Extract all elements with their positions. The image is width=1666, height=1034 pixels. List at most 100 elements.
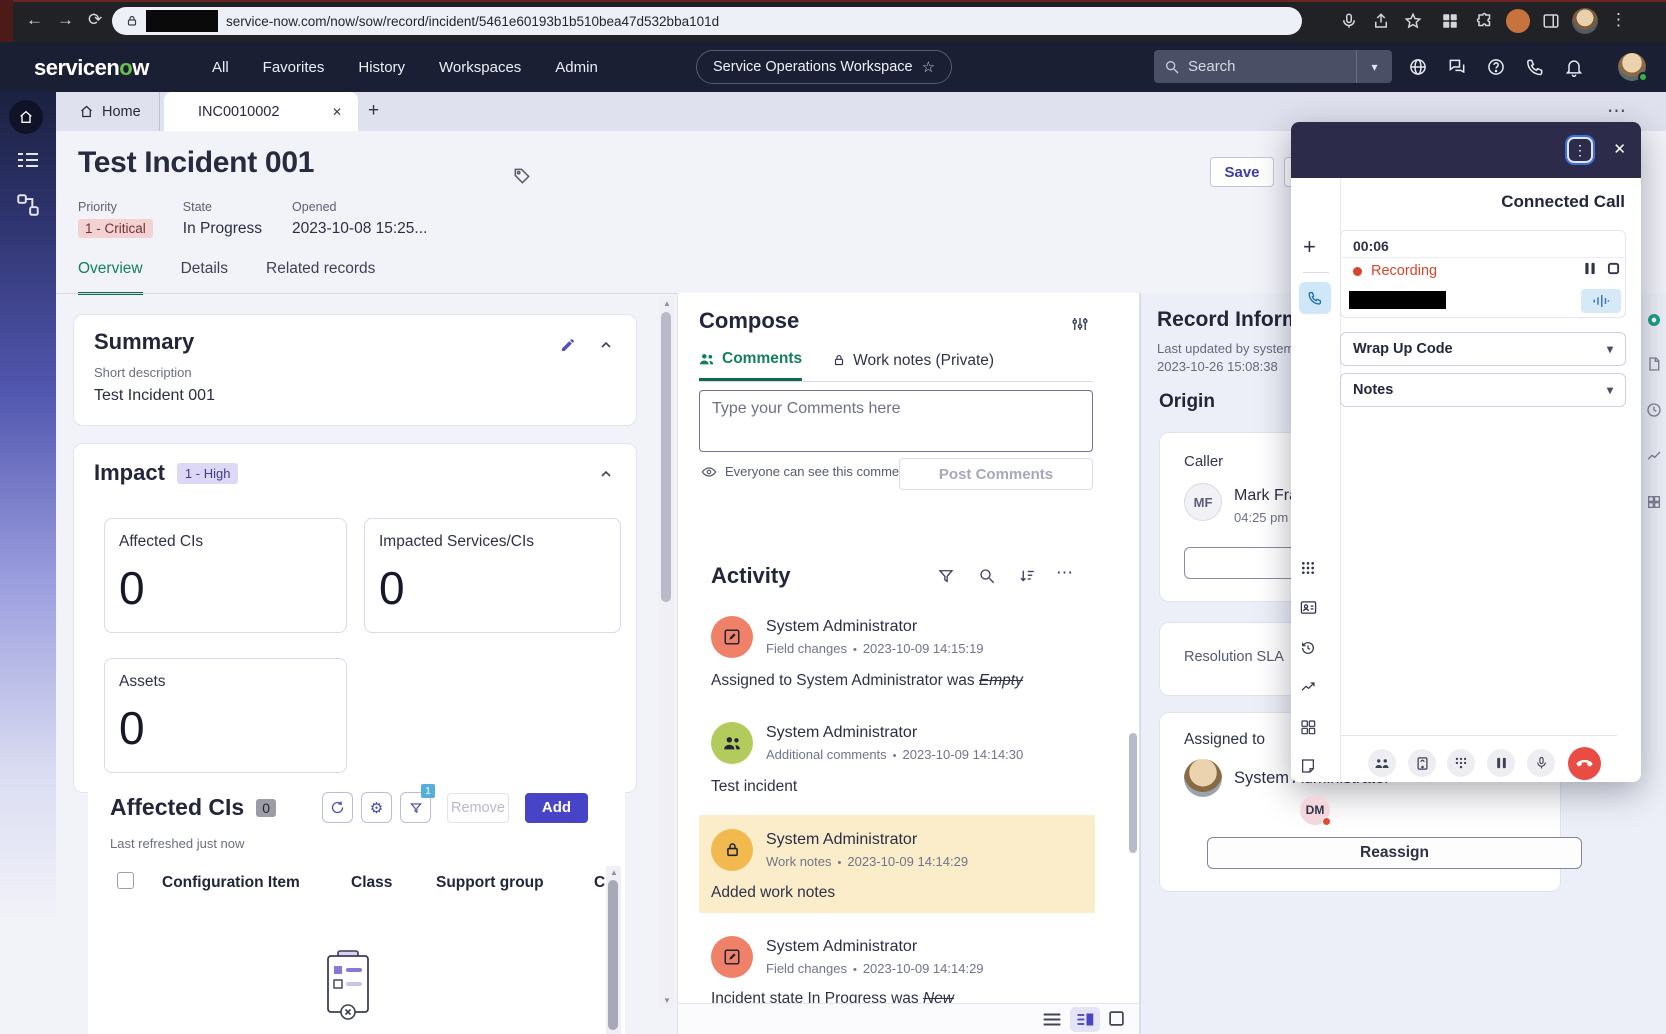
agent-avatar[interactable]: DM <box>1300 795 1330 825</box>
global-search[interactable]: ▾ <box>1154 50 1392 83</box>
nav-workspaces[interactable]: Workspaces <box>439 59 521 76</box>
collapse-chevron-icon[interactable] <box>598 466 614 482</box>
call-panel-close-icon[interactable]: ✕ <box>1613 140 1626 158</box>
share-icon[interactable] <box>1372 12 1390 30</box>
history-icon[interactable] <box>1300 640 1316 656</box>
profile-avatar[interactable] <box>1506 9 1530 33</box>
comments-input[interactable] <box>700 391 1092 451</box>
sidebar-toggle-icon[interactable] <box>1542 12 1560 30</box>
tag-icon[interactable] <box>512 166 532 186</box>
user-avatar[interactable] <box>1618 53 1646 81</box>
caller-avatar[interactable]: MF <box>1184 483 1222 521</box>
servicenow-logo[interactable]: servicenow <box>34 55 149 81</box>
activity-filter-icon[interactable] <box>937 567 955 585</box>
split-view-selected[interactable] <box>1070 1007 1100 1032</box>
refresh-button[interactable] <box>322 792 353 823</box>
save-button[interactable]: Save <box>1210 157 1274 187</box>
globe-icon[interactable] <box>1408 57 1428 77</box>
extensions-puzzle-icon[interactable] <box>1476 12 1494 30</box>
right-rail-clock-icon[interactable] <box>1646 402 1662 418</box>
settings-gear-button[interactable]: ⚙ <box>361 792 392 823</box>
reassign-button[interactable]: Reassign <box>1207 837 1582 869</box>
right-rail-doc-icon[interactable] <box>1646 356 1662 372</box>
list-view-icon[interactable] <box>1042 1012 1062 1027</box>
short-description-value[interactable]: Test Incident 001 <box>94 387 215 405</box>
entry-author[interactable]: System Administrator <box>766 724 1023 742</box>
col-class[interactable]: Class <box>351 874 392 892</box>
rail-home-button[interactable] <box>9 100 43 134</box>
call-menu-kebab-icon[interactable]: ⋮ <box>1567 137 1593 163</box>
right-rail-status-icon[interactable] <box>1646 312 1662 328</box>
notifications-bell-icon[interactable] <box>1564 57 1584 77</box>
dialpad-icon[interactable] <box>1300 560 1316 576</box>
overview-scrollbar[interactable]: ▲ ▼ <box>659 296 674 1008</box>
bookmark-star-icon[interactable] <box>1404 12 1422 30</box>
browser-account-avatar[interactable] <box>1572 8 1598 34</box>
tab-home[interactable]: Home <box>61 92 160 131</box>
edit-pencil-icon[interactable] <box>560 337 576 353</box>
search-input[interactable] <box>1188 58 1338 75</box>
post-comments-button[interactable]: Post Comments <box>899 458 1093 490</box>
transfer-call-button[interactable] <box>1368 749 1396 777</box>
pause-recording-icon[interactable] <box>1584 262 1596 275</box>
new-tab-icon[interactable]: + <box>368 100 379 122</box>
collapse-chevron-icon[interactable] <box>598 337 614 353</box>
scroll-up-icon[interactable]: ▲ <box>610 868 618 877</box>
nav-history[interactable]: History <box>358 59 405 76</box>
settings-sliders-icon[interactable] <box>1071 315 1089 333</box>
workspace-pill[interactable]: Service Operations Workspace ☆ <box>696 50 952 84</box>
phone-tab-active[interactable] <box>1299 282 1331 314</box>
tab-details[interactable]: Details <box>181 260 228 295</box>
scroll-up-icon[interactable]: ▲ <box>663 299 671 308</box>
reload-icon[interactable]: ⟳ <box>88 11 102 28</box>
add-button[interactable]: Add <box>525 793 588 823</box>
filter-button[interactable]: 1 <box>400 792 431 823</box>
nav-admin[interactable]: Admin <box>555 59 598 76</box>
activity-sort-icon[interactable] <box>1018 567 1036 585</box>
rail-list-icon[interactable] <box>16 150 40 170</box>
mic-icon[interactable] <box>1340 12 1358 30</box>
rail-workflow-icon[interactable] <box>15 192 41 218</box>
select-all-checkbox[interactable] <box>117 872 134 889</box>
mute-mic-button[interactable] <box>1527 749 1555 777</box>
col-truncated[interactable]: C <box>594 874 605 892</box>
back-icon[interactable]: ← <box>26 11 43 28</box>
nav-favorites[interactable]: Favorites <box>263 59 325 76</box>
scroll-down-icon[interactable]: ▼ <box>663 996 671 1005</box>
stat-assets[interactable]: Assets 0 <box>104 658 347 773</box>
entry-author[interactable]: System Administrator <box>766 831 968 849</box>
new-interaction-plus-icon[interactable]: + <box>1303 234 1316 260</box>
tab-incident[interactable]: INC0010002 ✕ <box>164 92 358 131</box>
address-bar[interactable]: service-now.com/now/sow/record/incident/… <box>112 7 1302 35</box>
audio-waveform-button[interactable] <box>1581 289 1621 313</box>
analytics-icon[interactable] <box>1300 679 1316 695</box>
tab-comments[interactable]: Comments <box>699 350 802 381</box>
full-view-icon[interactable] <box>1108 1010 1125 1027</box>
notes-icon[interactable] <box>1300 758 1316 774</box>
table-scrollbar[interactable]: ▲ <box>606 866 621 1034</box>
tab-work-notes[interactable]: Work notes (Private) <box>832 350 994 381</box>
chat-icon[interactable] <box>1447 57 1467 77</box>
browser-menu-kebab-icon[interactable]: ⋮ <box>1610 11 1627 28</box>
contacts-icon[interactable] <box>1300 600 1317 615</box>
apps-grid-icon[interactable] <box>1300 719 1316 735</box>
right-rail-grid-icon[interactable] <box>1646 494 1662 510</box>
stat-impacted-services[interactable]: Impacted Services/CIs 0 <box>364 518 621 633</box>
tab-overview[interactable]: Overview <box>78 260 143 295</box>
wrap-up-code-dropdown[interactable]: Wrap Up Code ▾ <box>1340 332 1626 366</box>
tab-related-records[interactable]: Related records <box>266 260 375 295</box>
help-icon[interactable] <box>1486 57 1506 77</box>
end-call-button[interactable] <box>1568 747 1601 780</box>
col-configuration-item[interactable]: Configuration Item <box>162 874 300 892</box>
nav-all[interactable]: All <box>212 59 229 76</box>
entry-author[interactable]: System Administrator <box>766 938 984 956</box>
hold-call-button[interactable] <box>1487 749 1515 777</box>
favorite-star-icon[interactable]: ☆ <box>922 58 935 76</box>
activity-scrollbar[interactable] <box>1129 733 1137 853</box>
right-rail-chart-icon[interactable] <box>1646 448 1662 464</box>
entry-author[interactable]: System Administrator <box>766 618 984 636</box>
phone-icon[interactable] <box>1525 57 1545 77</box>
tab-groups-icon[interactable] <box>1441 12 1459 30</box>
forward-icon[interactable]: → <box>57 11 74 28</box>
forward-device-button[interactable] <box>1408 749 1436 777</box>
